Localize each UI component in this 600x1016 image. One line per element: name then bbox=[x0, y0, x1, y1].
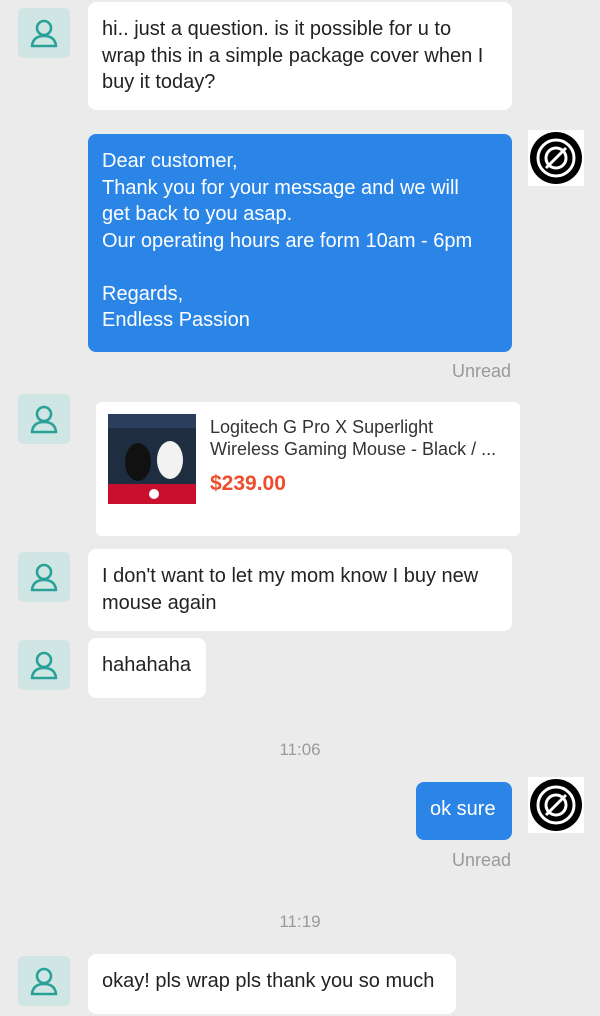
user-avatar[interactable] bbox=[18, 552, 70, 602]
user-avatar[interactable] bbox=[18, 8, 70, 58]
product-card[interactable]: Logitech G Pro X Superlight Wireless Gam… bbox=[96, 402, 520, 536]
timestamp: 11:19 bbox=[279, 912, 321, 931]
person-outline-icon bbox=[30, 967, 58, 996]
message-status: Unread bbox=[452, 850, 512, 870]
person-outline-icon bbox=[30, 19, 58, 48]
user-avatar[interactable] bbox=[18, 640, 70, 690]
outgoing-message: ok sure bbox=[416, 782, 512, 840]
timestamp: 11:06 bbox=[279, 740, 321, 759]
person-outline-icon bbox=[30, 563, 58, 592]
user-avatar[interactable] bbox=[18, 956, 70, 1006]
circle-logo-icon bbox=[528, 777, 584, 833]
circle-logo-icon bbox=[528, 130, 584, 186]
product-name: Logitech G Pro X Superlight Wireless Gam… bbox=[210, 417, 497, 459]
incoming-message: hahahaha bbox=[88, 638, 206, 698]
person-outline-icon bbox=[30, 651, 58, 680]
shop-avatar[interactable] bbox=[528, 777, 584, 833]
outgoing-message: Dear customer, Thank you for your messag… bbox=[88, 134, 512, 352]
shop-avatar[interactable] bbox=[528, 130, 584, 186]
person-outline-icon bbox=[30, 405, 58, 434]
product-image bbox=[108, 414, 196, 504]
product-price: $239.00 bbox=[210, 472, 286, 495]
incoming-message: hi.. just a question. is it possible for… bbox=[88, 2, 512, 110]
message-status: Unread bbox=[452, 361, 512, 381]
incoming-message: okay! pls wrap pls thank you so much bbox=[88, 954, 456, 1014]
incoming-message: I don't want to let my mom know I buy ne… bbox=[88, 549, 512, 631]
user-avatar[interactable] bbox=[18, 394, 70, 444]
